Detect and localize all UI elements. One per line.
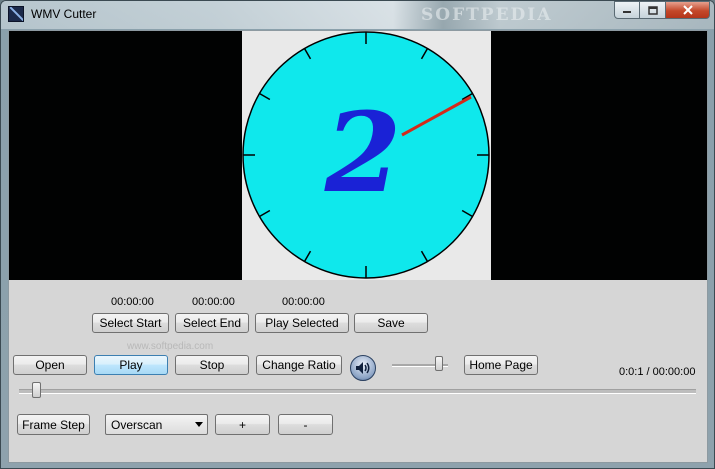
aspect-mode-value: Overscan <box>111 418 163 432</box>
clock-face-image: 2 <box>242 31 490 279</box>
select-end-button[interactable]: Select End <box>175 313 249 333</box>
title-bar[interactable]: WMV Cutter SOFTPEDIA <box>1 1 714 29</box>
start-time-label: 00:00:00 <box>111 296 154 308</box>
seek-bar-track[interactable] <box>19 389 696 394</box>
open-button[interactable]: Open <box>13 355 87 375</box>
minus-button[interactable]: - <box>278 414 333 435</box>
select-start-button[interactable]: Select Start <box>92 313 169 333</box>
video-frame: 2 <box>242 31 491 280</box>
softpedia-url-watermark: www.softpedia.com <box>127 341 214 352</box>
seek-bar-thumb[interactable] <box>32 382 42 398</box>
play-button[interactable]: Play <box>94 355 168 375</box>
speaker-icon <box>356 362 370 374</box>
app-logo-icon <box>8 6 24 22</box>
close-icon <box>682 5 693 15</box>
frame-step-button[interactable]: Frame Step <box>17 414 90 435</box>
clock-digit: 2 <box>324 88 402 217</box>
window-title: WMV Cutter <box>31 7 97 21</box>
end-time-label: 00:00:00 <box>192 296 235 308</box>
home-page-button[interactable]: Home Page <box>464 355 538 375</box>
client-area: 2 www.softpedia.com 00:00:00 00:00:00 00… <box>8 30 708 463</box>
title-bar-background <box>1 1 714 29</box>
maximize-button[interactable] <box>640 1 666 19</box>
stop-button[interactable]: Stop <box>175 355 249 375</box>
position-readout: 0:0:1 / 00:00:00 <box>619 366 696 378</box>
window-controls <box>614 1 710 20</box>
volume-slider-thumb[interactable] <box>435 356 444 371</box>
chevron-down-icon <box>195 422 203 427</box>
change-ratio-button[interactable]: Change Ratio <box>256 355 342 375</box>
play-selected-button[interactable]: Play Selected <box>255 313 349 333</box>
save-button[interactable]: Save <box>354 313 428 333</box>
video-display[interactable]: 2 <box>9 31 707 280</box>
minimize-button[interactable] <box>614 1 640 19</box>
selected-time-label: 00:00:00 <box>282 296 325 308</box>
maximize-icon <box>647 5 658 15</box>
minimize-icon <box>623 11 631 13</box>
close-button[interactable] <box>666 1 710 19</box>
plus-button[interactable]: + <box>215 414 270 435</box>
aspect-mode-dropdown[interactable]: Overscan <box>105 414 208 435</box>
volume-button[interactable] <box>350 355 376 381</box>
app-window: WMV Cutter SOFTPEDIA 2 www.softpedia.com… <box>0 0 715 469</box>
softpedia-watermark: SOFTPEDIA <box>421 5 553 25</box>
